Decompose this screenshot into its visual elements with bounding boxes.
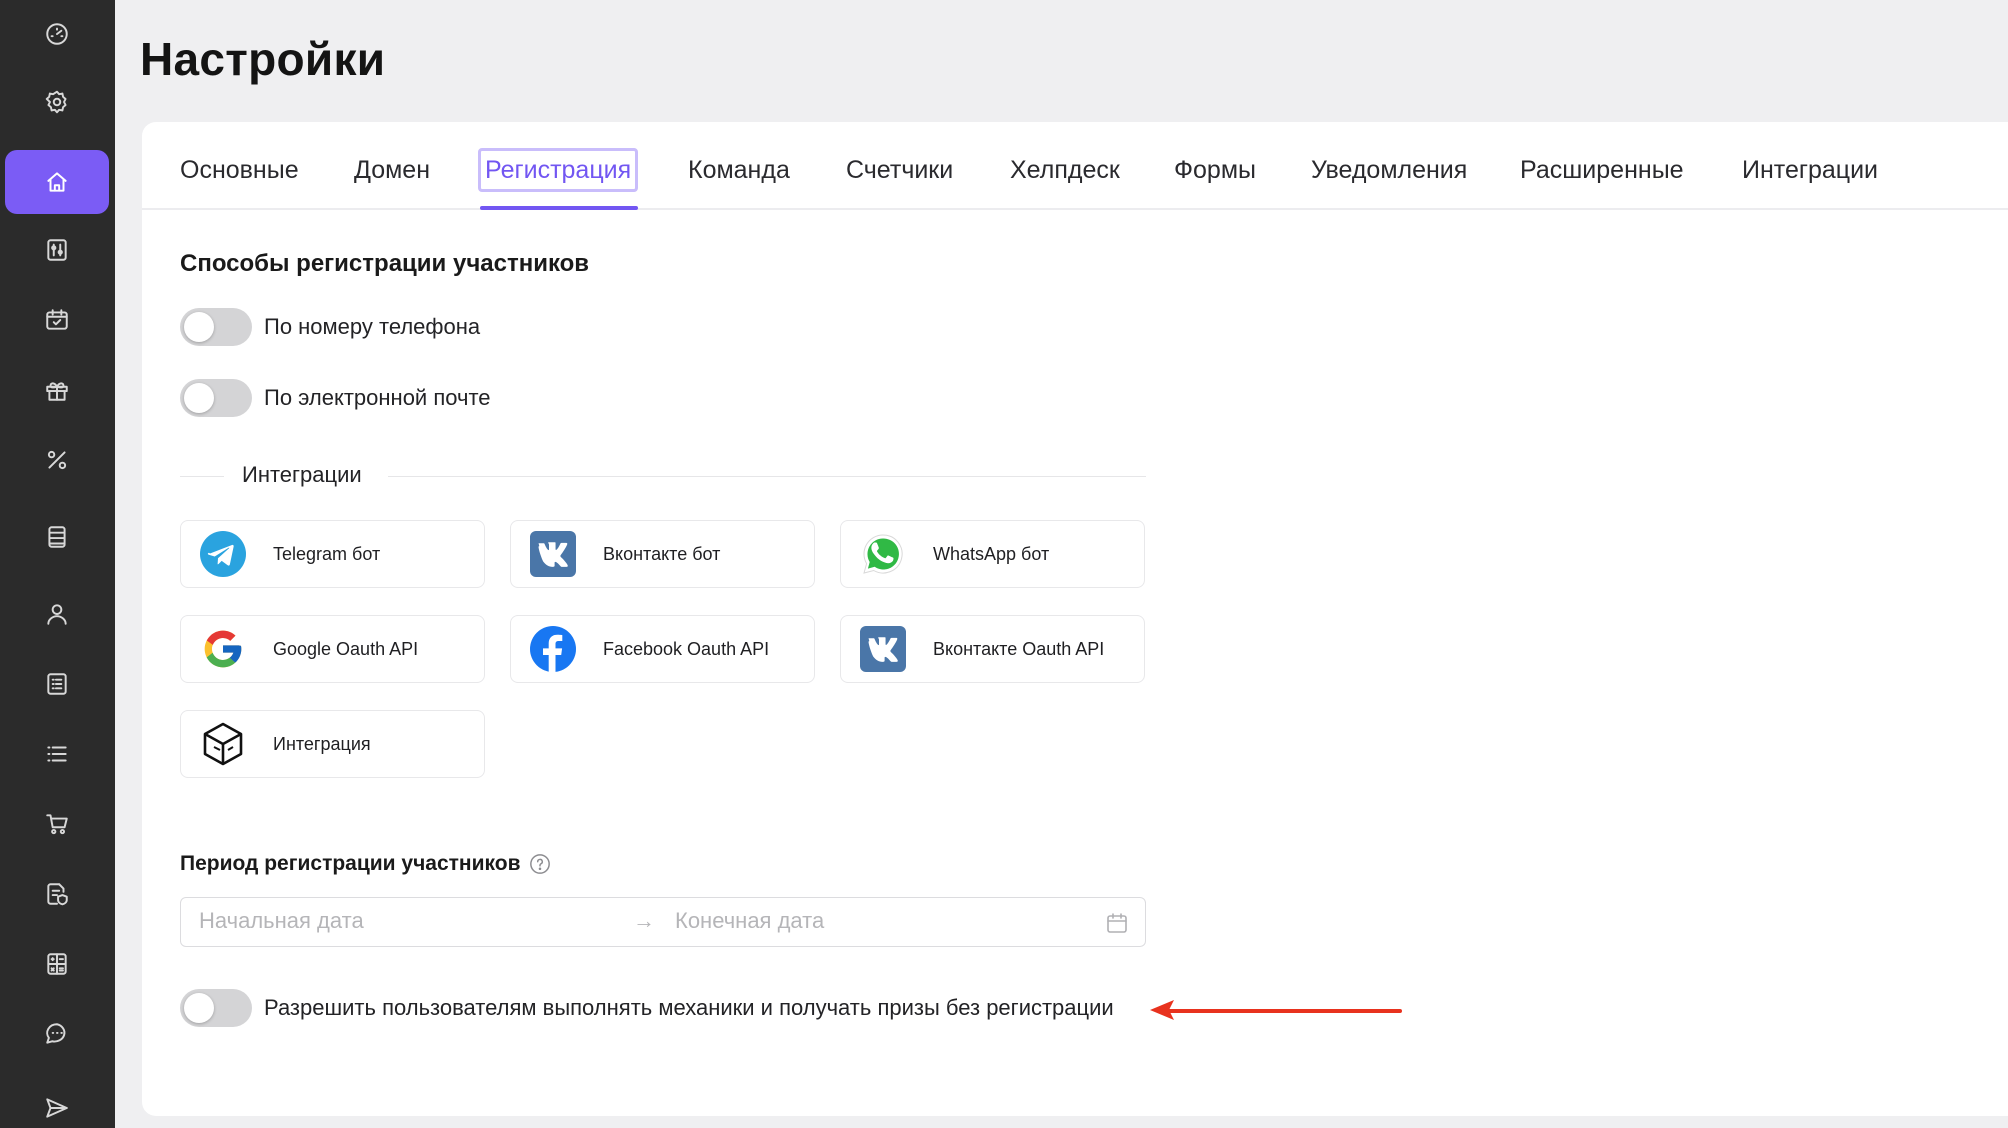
registration-date-range[interactable]: → (180, 897, 1146, 947)
toggle-knob (184, 383, 214, 413)
nav-user[interactable] (5, 582, 109, 646)
guest-toggle-row: Разрешить пользователям выполнять механи… (180, 989, 1114, 1027)
gift-icon (46, 382, 68, 401)
annotation-arrow-icon (1150, 1000, 1402, 1020)
nav-chat[interactable] (5, 1002, 109, 1066)
settings-tabs: Основные Домен Регистрация Команда Счетч… (142, 122, 2008, 210)
facebook-icon (529, 625, 577, 673)
chat-icon (46, 1023, 66, 1044)
tab-notifications[interactable]: Уведомления (1311, 148, 1467, 192)
integration-label: Telegram бот (273, 543, 381, 564)
home-icon (47, 172, 67, 192)
tab-counters[interactable]: Счетчики (846, 148, 953, 192)
integration-label: Google Oauth API (273, 638, 419, 659)
nav-list-box[interactable] (5, 652, 109, 716)
email-toggle-label: По электронной почте (264, 385, 491, 410)
email-toggle-row: По электронной почте (180, 379, 491, 417)
integration-google-oauth[interactable]: Google Oauth API (180, 615, 485, 683)
integration-label: Вконтакте бот (603, 543, 721, 564)
email-toggle[interactable] (180, 379, 252, 417)
toggle-knob (184, 993, 214, 1023)
nav-dashboard[interactable] (5, 2, 109, 66)
nav-document-shield[interactable] (5, 862, 109, 926)
integration-label: WhatsApp бот (933, 543, 1050, 564)
phone-toggle-row: По номеру телефона (180, 308, 480, 346)
nav-settings[interactable] (5, 70, 109, 134)
percent-icon (47, 450, 67, 470)
nav-sliders[interactable] (5, 218, 109, 282)
integration-telegram-bot[interactable]: Telegram бот (180, 520, 485, 588)
active-tab-indicator (480, 206, 638, 210)
user-icon (47, 604, 67, 625)
tab-domain[interactable]: Домен (354, 148, 430, 192)
toggle-knob (184, 312, 214, 342)
cart-icon (46, 814, 68, 835)
divider-line-left (180, 476, 224, 477)
whatsapp-icon (859, 530, 907, 578)
integration-label: Facebook Oauth API (603, 638, 770, 659)
gear-icon (45, 90, 67, 114)
help-icon[interactable] (529, 853, 551, 875)
tab-advanced[interactable]: Расширенные (1520, 148, 1684, 192)
nav-calculator[interactable] (5, 932, 109, 996)
guest-mechanics-label: Разрешить пользователям выполнять механи… (264, 995, 1114, 1020)
nav-home[interactable] (5, 150, 109, 214)
nav-calendar[interactable] (5, 288, 109, 352)
guest-mechanics-toggle[interactable] (180, 989, 252, 1027)
integration-label: Интеграция (273, 733, 371, 754)
tab-registration[interactable]: Регистрация (478, 148, 639, 192)
google-icon (199, 625, 247, 673)
nav-percent[interactable] (5, 428, 109, 492)
nav-gift[interactable] (5, 358, 109, 422)
tab-main[interactable]: Основные (180, 148, 299, 192)
integration-facebook-oauth[interactable]: Facebook Oauth API (510, 615, 815, 683)
divider-line-right (388, 476, 1146, 477)
vk-icon (529, 530, 577, 578)
calculator-icon (47, 953, 67, 975)
registration-period-label: Период регистрации участников (180, 852, 521, 875)
tab-helpdesk[interactable]: Хелпдеск (1010, 148, 1120, 192)
phone-toggle[interactable] (180, 308, 252, 346)
dashboard-icon (46, 23, 68, 45)
vk-icon (859, 625, 907, 673)
database-icon (48, 526, 66, 548)
telegram-icon (199, 530, 247, 578)
tab-integrations[interactable]: Интеграции (1742, 148, 1878, 192)
end-date-input[interactable] (675, 908, 1035, 934)
document-shield-icon (47, 883, 68, 906)
integrations-divider-label: Интеграции (242, 462, 362, 487)
sliders-icon (47, 239, 67, 261)
nav-database[interactable] (5, 505, 109, 569)
integration-label: Вконтакте Oauth API (933, 638, 1105, 659)
integration-vk-bot[interactable]: Вконтакте бот (510, 520, 815, 588)
integration-custom[interactable]: Интеграция (180, 710, 485, 778)
send-icon (46, 1098, 68, 1118)
integration-cube-icon (199, 720, 247, 768)
page-title: Настройки (140, 33, 386, 85)
list-box-icon (47, 673, 67, 695)
settings-card: Основные Домен Регистрация Команда Счетч… (142, 122, 2008, 1116)
integration-vk-oauth[interactable]: Вконтакте Oauth API (840, 615, 1145, 683)
integration-whatsapp-bot[interactable]: WhatsApp бот (840, 520, 1145, 588)
nav-send[interactable] (5, 1076, 109, 1128)
nav-list[interactable] (5, 722, 109, 786)
tab-team[interactable]: Команда (688, 148, 790, 192)
calendar-check-icon (46, 309, 68, 330)
sidebar (0, 0, 115, 1128)
phone-toggle-label: По номеру телефона (264, 314, 481, 339)
nav-cart[interactable] (5, 792, 109, 856)
list-icon (47, 746, 67, 762)
registration-period-title: Период регистрации участников (180, 852, 551, 876)
start-date-input[interactable] (199, 908, 599, 934)
calendar-icon[interactable] (1105, 911, 1129, 935)
registration-methods-title: Способы регистрации участников (180, 250, 590, 277)
tab-forms[interactable]: Формы (1174, 148, 1256, 192)
date-range-separator: → (633, 908, 655, 933)
